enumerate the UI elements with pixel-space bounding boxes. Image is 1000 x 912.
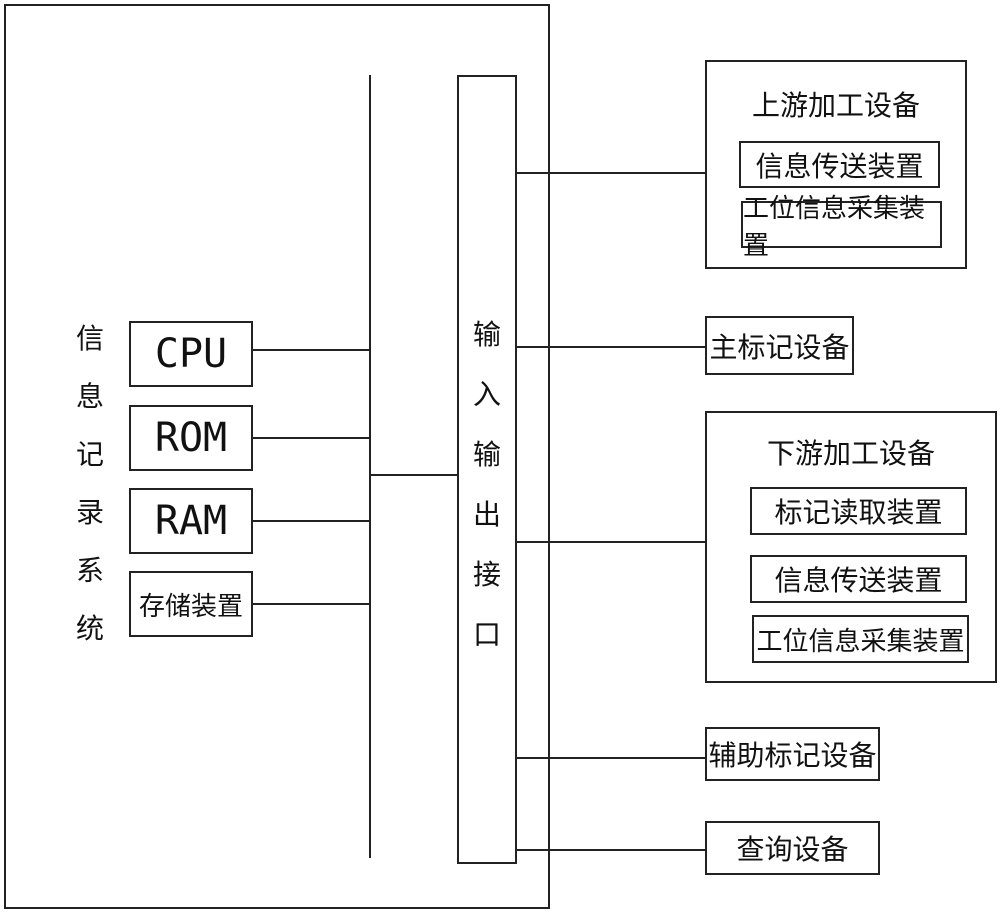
io-interface-label: 输 入 输 出 接 口 bbox=[466, 305, 508, 665]
storage-label: 存储装置 bbox=[138, 591, 243, 622]
system-title-char: 息 bbox=[75, 380, 104, 413]
cpu-box: CPU bbox=[129, 321, 253, 387]
main-marker-label: 主标记设备 bbox=[709, 330, 850, 364]
system-title-char: 统 bbox=[75, 612, 104, 645]
rom-label: ROM bbox=[154, 415, 228, 461]
query-device-box: 查询设备 bbox=[705, 821, 880, 875]
downstream-sub-box: 标记读取装置 bbox=[750, 487, 967, 535]
downstream-device-title: 下游加工设备 bbox=[766, 437, 935, 470]
system-title-char: 录 bbox=[75, 496, 104, 529]
aux-marker-device-box: 辅助标记设备 bbox=[705, 727, 880, 781]
downstream-sub-label: 工位信息采集装置 bbox=[756, 626, 965, 657]
upstream-sub-box: 信息传送装置 bbox=[739, 141, 940, 188]
ram-label: RAM bbox=[154, 498, 228, 544]
rom-connector bbox=[253, 437, 370, 439]
cpu-label: CPU bbox=[154, 331, 228, 377]
query-connector bbox=[517, 849, 705, 851]
internal-bus bbox=[369, 75, 371, 858]
query-label: 查询设备 bbox=[736, 833, 849, 866]
main-marker-device-box: 主标记设备 bbox=[705, 316, 854, 375]
upstream-sub-label: 工位信息采集装置 bbox=[743, 193, 926, 261]
io-char: 接 bbox=[472, 558, 501, 591]
ram-connector bbox=[253, 520, 370, 522]
aux-marker-connector bbox=[517, 757, 705, 759]
io-char: 入 bbox=[472, 378, 501, 411]
storage-connector bbox=[253, 603, 370, 605]
system-title-char: 信 bbox=[75, 322, 104, 355]
system-title-char: 记 bbox=[75, 438, 104, 471]
storage-box: 存储装置 bbox=[129, 571, 253, 637]
downstream-connector bbox=[517, 541, 705, 543]
aux-marker-label: 辅助标记设备 bbox=[708, 739, 877, 772]
upstream-connector bbox=[517, 172, 705, 174]
io-char: 出 bbox=[472, 498, 501, 531]
io-char: 口 bbox=[472, 618, 501, 651]
downstream-sub-label: 信息传送装置 bbox=[774, 564, 943, 597]
upstream-sub-label: 信息传送装置 bbox=[755, 149, 924, 183]
downstream-sub-box: 信息传送装置 bbox=[750, 555, 967, 603]
downstream-sub-box: 工位信息采集装置 bbox=[752, 615, 969, 663]
downstream-sub-label: 标记读取装置 bbox=[774, 496, 943, 529]
upstream-device-title: 上游加工设备 bbox=[751, 89, 920, 122]
ram-box: RAM bbox=[129, 488, 253, 554]
upstream-sub-box: 工位信息采集装置 bbox=[741, 194, 942, 261]
system-title-char: 系 bbox=[75, 554, 104, 587]
rom-box: ROM bbox=[129, 405, 253, 471]
system-title: 信 息 记 录 系 统 bbox=[72, 310, 108, 658]
bus-to-io-connector bbox=[370, 474, 458, 476]
cpu-connector bbox=[253, 349, 370, 351]
main-marker-connector bbox=[517, 346, 705, 348]
io-char: 输 bbox=[472, 318, 501, 351]
io-char: 输 bbox=[472, 438, 501, 471]
